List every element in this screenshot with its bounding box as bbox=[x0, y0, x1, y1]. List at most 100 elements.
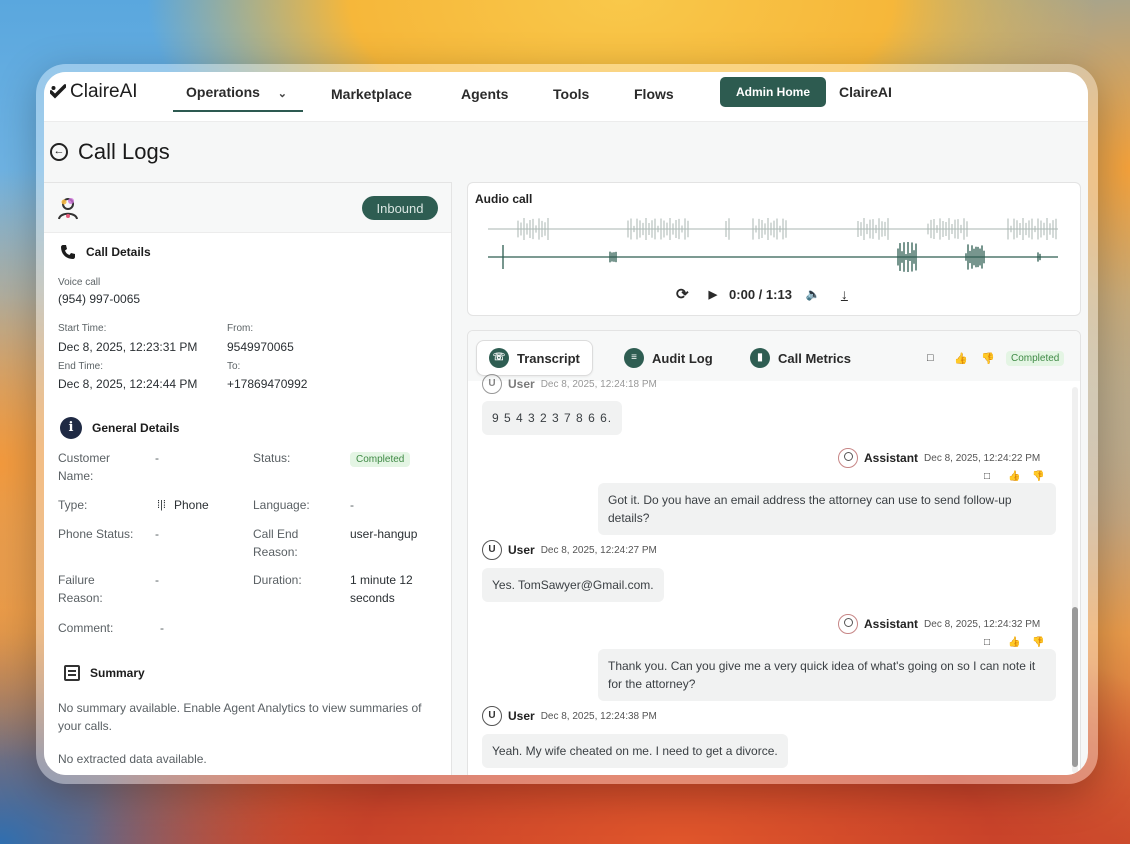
agent-header: Inbound bbox=[44, 183, 451, 233]
general-details-header: i General Details bbox=[60, 417, 179, 439]
thumbs-up-icon[interactable]: 👍 bbox=[954, 352, 968, 365]
call-details-title: Call Details bbox=[86, 245, 151, 259]
duration-value: 1 minute 12 seconds bbox=[350, 573, 413, 605]
end-time-label: End Time: bbox=[58, 361, 104, 372]
duration-label: Duration: bbox=[253, 573, 302, 587]
play-icon[interactable]: ▶ bbox=[709, 288, 717, 301]
info-icon: i bbox=[60, 417, 82, 439]
status-label: Status: bbox=[253, 451, 291, 465]
start-time-label: Start Time: bbox=[58, 323, 107, 334]
to-value: +17869470992 bbox=[227, 377, 308, 391]
thumbs-down-icon[interactable]: 👎 bbox=[1032, 637, 1044, 648]
message-bubble-user: Yes. TomSawyer@Gmail.com. bbox=[482, 568, 664, 602]
customer-name-label: Customer Name: bbox=[58, 451, 111, 483]
message-header-user: U User Dec 8, 2025, 12:24:27 PM bbox=[482, 540, 657, 560]
comment-icon[interactable]: □ bbox=[927, 352, 934, 364]
document-icon bbox=[64, 665, 80, 681]
top-nav: ClaireAI Operations ⌄ Marketplace Agents… bbox=[44, 72, 1088, 122]
message-time: Dec 8, 2025, 12:24:32 PM bbox=[924, 618, 1041, 630]
type-label: Type: bbox=[58, 498, 88, 512]
user-avatar-icon: U bbox=[482, 706, 502, 726]
message-header-assistant: Assistant Dec 8, 2025, 12:24:32 PM bbox=[838, 614, 1040, 634]
nav-tools[interactable]: Tools bbox=[553, 86, 589, 102]
volume-icon[interactable]: 🔈 bbox=[806, 287, 821, 301]
transcript-panel: ☏ Transcript ≡ Audit Log ▮ Call Metrics … bbox=[467, 330, 1081, 775]
user-avatar-icon: U bbox=[482, 374, 502, 394]
nav-agents[interactable]: Agents bbox=[461, 86, 508, 102]
message-time: Dec 8, 2025, 12:24:27 PM bbox=[540, 544, 657, 556]
nav-flows[interactable]: Flows bbox=[634, 86, 674, 102]
tab-audit-log[interactable]: ≡ Audit Log bbox=[612, 340, 725, 376]
comment-icon[interactable]: □ bbox=[984, 637, 990, 648]
back-icon[interactable]: ← bbox=[50, 143, 68, 161]
tab-audit-log-label: Audit Log bbox=[652, 350, 713, 366]
type-value-text: Phone bbox=[173, 498, 209, 512]
phone-status-label: Phone Status: bbox=[58, 527, 134, 541]
message-role: Assistant bbox=[864, 451, 919, 465]
start-time-value: Dec 8, 2025, 12:23:31 PM bbox=[58, 340, 198, 354]
message-time: Dec 8, 2025, 12:24:22 PM bbox=[924, 452, 1041, 464]
tab-transcript[interactable]: ☏ Transcript bbox=[476, 340, 593, 376]
audio-title: Audio call bbox=[475, 192, 533, 206]
chevron-down-icon: ⌄ bbox=[277, 88, 288, 100]
replay-icon[interactable]: ⟳ bbox=[676, 285, 689, 303]
tab-call-metrics[interactable]: ▮ Call Metrics bbox=[738, 340, 863, 376]
account-menu[interactable]: ClaireAI bbox=[839, 84, 892, 100]
bar-chart-icon: ▮ bbox=[750, 348, 770, 368]
message-bubble-assistant: Thank you. Can you give me a very quick … bbox=[598, 649, 1056, 701]
comment-value: - bbox=[160, 621, 164, 635]
nav-operations[interactable]: Operations ⌄ bbox=[186, 84, 287, 100]
summary-text: No summary available. Enable Agent Analy… bbox=[58, 701, 422, 733]
message-bubble-assistant: Got it. Do you have an email address the… bbox=[598, 483, 1056, 535]
call-details-panel: Inbound Call Details Voice call (954) 99… bbox=[44, 182, 452, 775]
inbound-badge: Inbound bbox=[362, 196, 438, 220]
summary-title: Summary bbox=[90, 666, 145, 680]
message-time: Dec 8, 2025, 12:24:18 PM bbox=[540, 378, 657, 390]
nav-marketplace[interactable]: Marketplace bbox=[331, 86, 412, 102]
end-time-value: Dec 8, 2025, 12:24:44 PM bbox=[58, 377, 198, 391]
phone-icon bbox=[61, 245, 75, 259]
thumbs-up-icon[interactable]: 👍 bbox=[1008, 637, 1020, 648]
thumbs-down-icon[interactable]: 👎 bbox=[1032, 471, 1044, 482]
phone-status-value: - bbox=[155, 527, 159, 541]
transcript-scrollbar[interactable] bbox=[1072, 387, 1078, 773]
from-label: From: bbox=[227, 323, 254, 334]
nav-operations-label: Operations bbox=[186, 84, 260, 100]
logo[interactable]: ClaireAI bbox=[50, 81, 138, 103]
failure-reason-label: Failure Reason: bbox=[58, 573, 103, 605]
assistant-avatar-icon bbox=[838, 448, 858, 468]
user-avatar-icon: U bbox=[482, 540, 502, 560]
logo-text: ClaireAI bbox=[70, 81, 138, 102]
page-header: ← Call Logs bbox=[50, 139, 170, 165]
summary-header: Summary bbox=[64, 665, 145, 681]
message-text: 9 5 4 3 2 3 7 8 6 6. bbox=[492, 411, 613, 425]
type-value: ⁞|⁞ Phone bbox=[157, 496, 209, 514]
audio-waveform[interactable] bbox=[488, 211, 1058, 273]
message-header-user: U User Dec 8, 2025, 12:24:38 PM bbox=[482, 706, 657, 726]
comment-icon[interactable]: □ bbox=[984, 471, 990, 482]
thumbs-up-icon[interactable]: 👍 bbox=[1008, 471, 1020, 482]
message-header-user: U User Dec 8, 2025, 12:24:18 PM bbox=[482, 374, 657, 394]
failure-reason-value: - bbox=[155, 573, 159, 587]
language-label: Language: bbox=[253, 498, 310, 512]
assistant-avatar-icon bbox=[838, 614, 858, 634]
thumbs-down-icon[interactable]: 👎 bbox=[981, 352, 995, 365]
language-value: - bbox=[350, 498, 354, 512]
message-role: User bbox=[508, 709, 535, 723]
from-value: 9549970065 bbox=[227, 340, 294, 354]
message-time: Dec 8, 2025, 12:24:38 PM bbox=[540, 710, 657, 722]
call-end-reason-value: user-hangup bbox=[350, 527, 418, 541]
message-text: Thank you. Can you give me a very quick … bbox=[608, 659, 1036, 691]
scrollbar-thumb[interactable] bbox=[1072, 607, 1078, 767]
message-role: User bbox=[508, 377, 535, 391]
admin-home-button[interactable]: Admin Home bbox=[720, 77, 826, 107]
download-icon[interactable]: ↓ bbox=[841, 286, 848, 302]
message-bubble-user: 9 5 4 3 2 3 7 8 6 6. bbox=[482, 401, 623, 435]
call-type: Voice call bbox=[58, 277, 101, 288]
message-bubble-user: Yeah. My wife cheated on me. I need to g… bbox=[482, 734, 788, 768]
active-tab-indicator bbox=[173, 110, 303, 112]
phone-icon: ☏ bbox=[489, 348, 509, 368]
call-end-reason-label: Call End Reason: bbox=[253, 527, 299, 559]
comment-label: Comment: bbox=[58, 621, 114, 635]
message-text: Yeah. My wife cheated on me. I need to g… bbox=[492, 744, 778, 758]
